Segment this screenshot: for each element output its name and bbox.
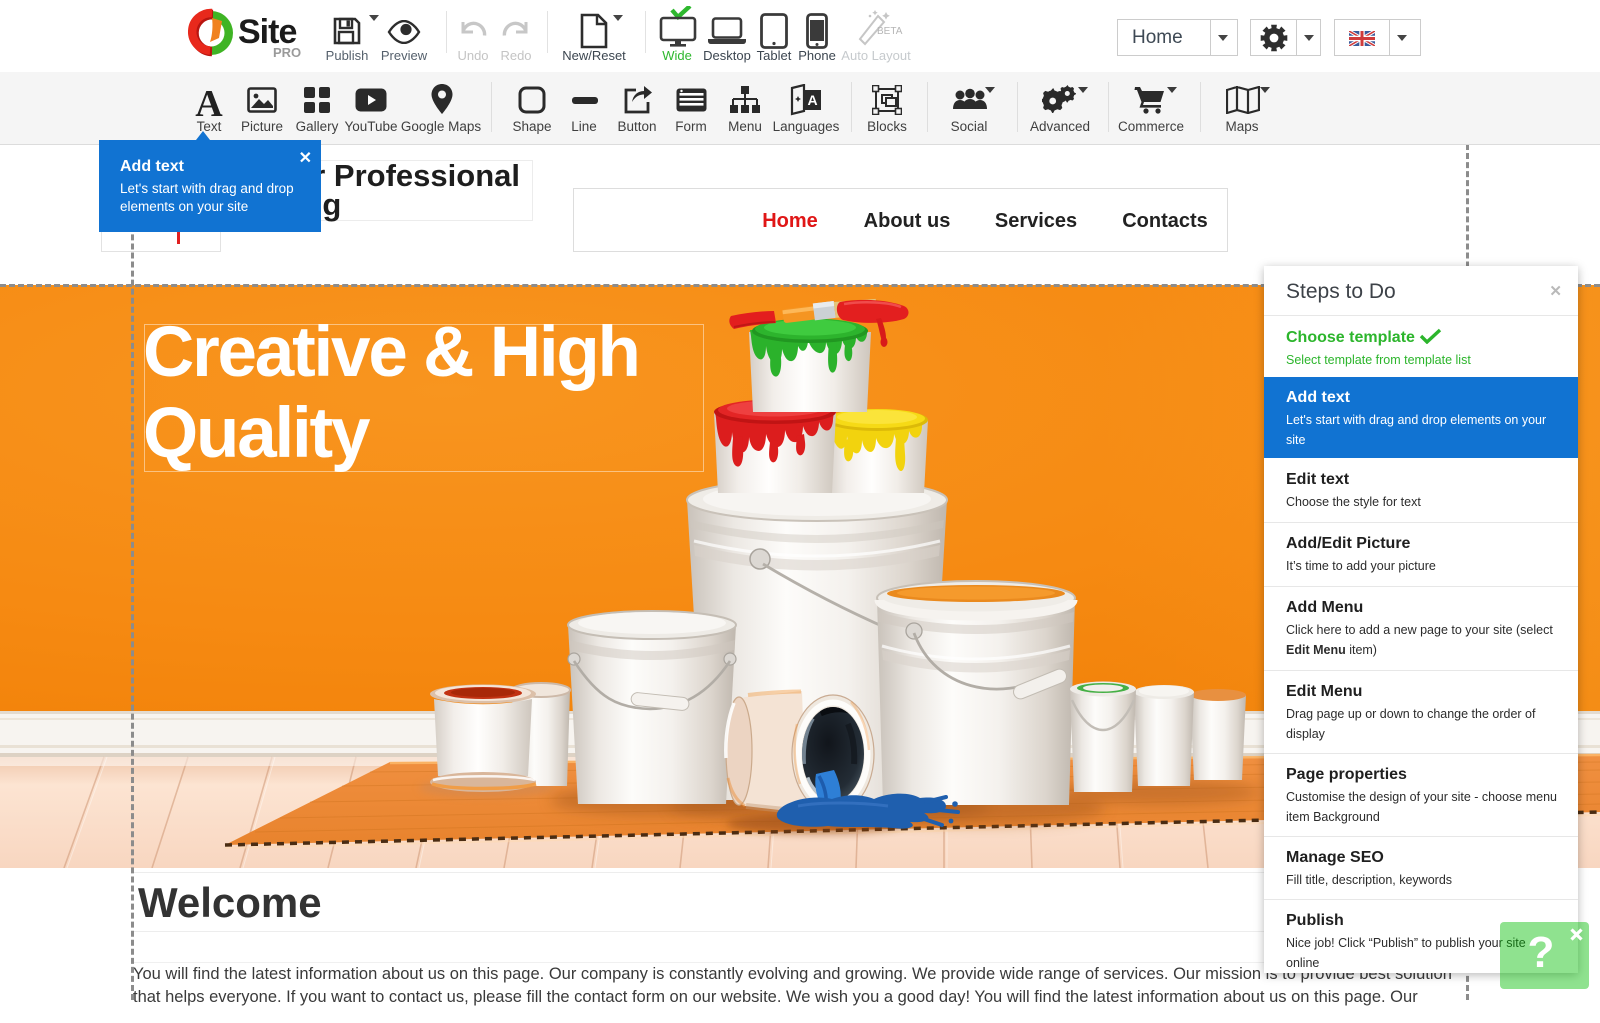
svg-text:A: A [807, 92, 817, 108]
